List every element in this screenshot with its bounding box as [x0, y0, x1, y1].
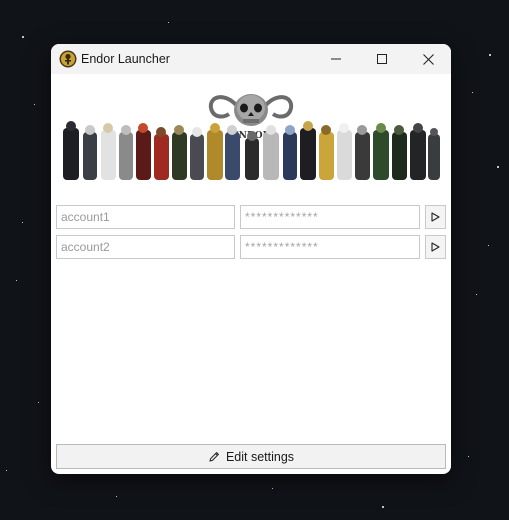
maximize-button[interactable]: [359, 44, 405, 74]
password-input[interactable]: [240, 205, 420, 229]
account-row: [56, 235, 446, 259]
account-name-input[interactable]: [56, 205, 235, 229]
maximize-icon: [377, 54, 387, 64]
account-name-input[interactable]: [56, 235, 235, 259]
game-banner: ENDOR: [63, 94, 440, 180]
minimize-button[interactable]: [313, 44, 359, 74]
character-lineup: [63, 121, 440, 180]
close-button[interactable]: [405, 44, 451, 74]
play-icon: [431, 212, 440, 222]
launch-button[interactable]: [425, 205, 446, 229]
endor-emblem-icon: [59, 50, 77, 68]
title-bar[interactable]: Endor Launcher: [51, 44, 451, 74]
minimize-icon: [331, 58, 341, 60]
edit-settings-label: Edit settings: [225, 449, 295, 464]
password-input[interactable]: [240, 235, 420, 259]
account-row: [56, 205, 446, 229]
play-icon: [431, 242, 440, 252]
pencil-icon: [209, 451, 220, 462]
launcher-window: Endor Launcher ENDOR: [51, 44, 451, 474]
window-title: Endor Launcher: [81, 52, 170, 66]
edit-settings-button[interactable]: Edit settings: [56, 444, 446, 469]
launch-button[interactable]: [425, 235, 446, 259]
close-icon: [422, 53, 434, 65]
